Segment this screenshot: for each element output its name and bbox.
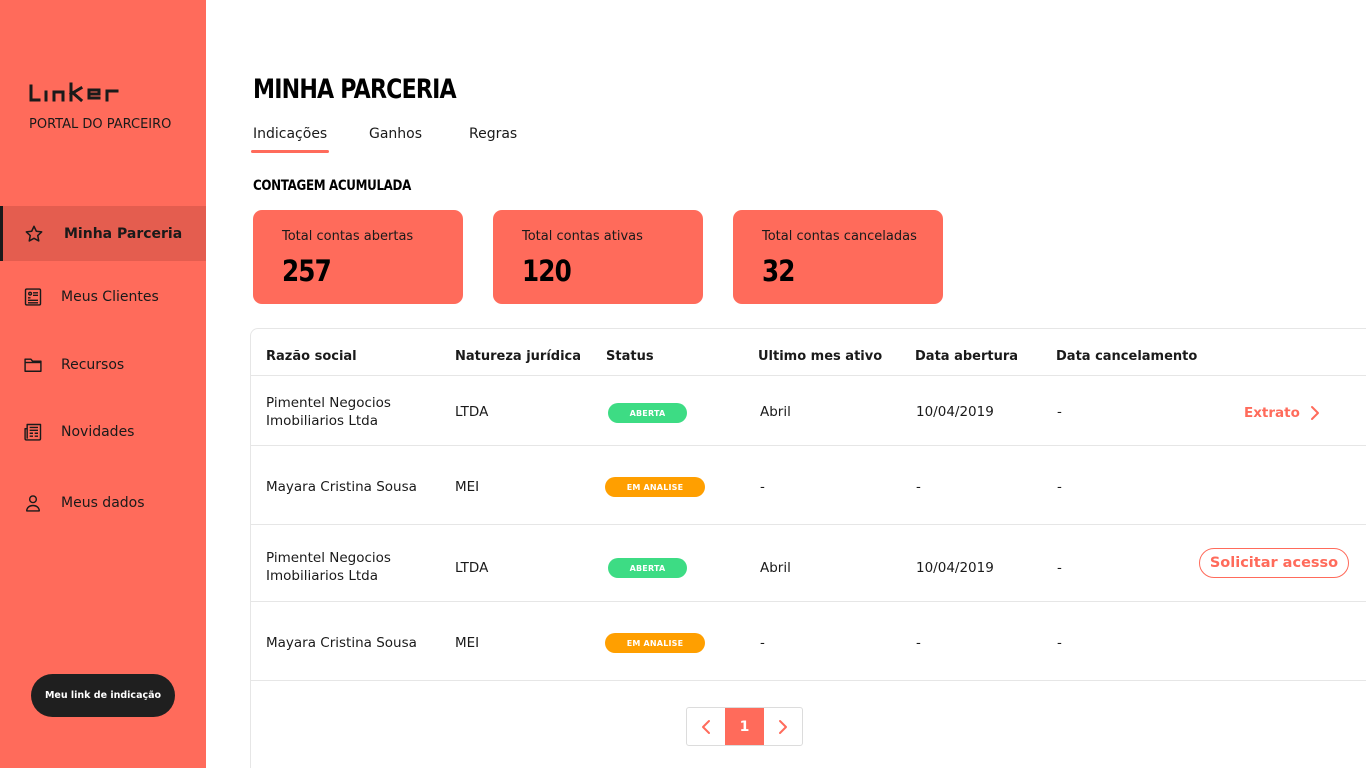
newspaper-icon [23, 422, 43, 442]
stat-label: Total contas abertas [282, 229, 414, 244]
status-badge: EM ANALISE [605, 477, 705, 497]
chevron-right-icon [1310, 406, 1319, 420]
chevron-left-icon [702, 719, 711, 734]
status-badge: ABERTA [608, 558, 687, 578]
tab-regras[interactable]: Regras [469, 126, 517, 142]
table-row[interactable]: Pimentel Negocios Imobiliarios Ltda LTDA… [251, 376, 1366, 446]
previous-page-button[interactable] [687, 708, 725, 745]
table-row[interactable]: Mayara Cristina Sousa MEI EM ANALISE - -… [251, 446, 1366, 525]
client-list-icon [23, 287, 43, 307]
status-badge: EM ANALISE [605, 633, 705, 653]
sidebar-item-label: Minha Parceria [64, 225, 183, 242]
table-row[interactable]: Mayara Cristina Sousa MEI EM ANALISE - -… [251, 602, 1366, 681]
cell-ultimo-mes: Abril [760, 560, 791, 576]
sidebar-item-label: Recursos [61, 356, 125, 373]
referrals-table: Razão social Natureza jurídica Status Ul… [250, 328, 1366, 768]
chevron-right-icon [778, 719, 787, 734]
column-header-natureza[interactable]: Natureza jurídica [455, 349, 581, 364]
star-icon [24, 224, 44, 244]
active-tab-indicator [251, 150, 329, 153]
sidebar-item-novidades[interactable]: Novidades [0, 404, 206, 459]
linker-logo-icon [29, 82, 119, 103]
cell-data-cancelamento: - [1057, 404, 1062, 420]
cell-natureza: MEI [455, 635, 480, 651]
stat-value: 257 [282, 254, 332, 288]
next-page-button[interactable] [764, 708, 802, 745]
cell-ultimo-mes: Abril [760, 404, 791, 420]
cell-data-cancelamento: - [1057, 635, 1062, 651]
page-number-button[interactable]: 1 [725, 708, 764, 745]
cell-data-abertura: 10/04/2019 [916, 404, 994, 420]
cell-ultimo-mes: - [760, 479, 765, 495]
status-badge: ABERTA [608, 403, 687, 423]
section-title: CONTAGEM ACUMULADA [253, 178, 411, 194]
cell-data-cancelamento: - [1057, 479, 1062, 495]
column-header-razao-social[interactable]: Razão social [266, 349, 357, 364]
referral-link-button[interactable]: Meu link de indicação [31, 674, 175, 717]
table-header-row: Razão social Natureza jurídica Status Ul… [251, 329, 1366, 376]
stat-label: Total contas ativas [522, 229, 643, 244]
cell-natureza: LTDA [455, 560, 489, 576]
sidebar-item-meus-dados[interactable]: Meus dados [0, 475, 206, 530]
sidebar-item-label: Novidades [61, 423, 135, 440]
tab-ganhos[interactable]: Ganhos [369, 126, 422, 142]
cell-ultimo-mes: - [760, 635, 765, 651]
page-title: MINHA PARCERIA [253, 74, 457, 105]
cell-data-abertura: - [916, 479, 921, 495]
user-icon [23, 493, 43, 513]
sidebar-item-recursos[interactable]: Recursos [0, 337, 206, 392]
cell-data-cancelamento: - [1057, 560, 1062, 576]
request-access-button[interactable]: Solicitar acesso [1199, 548, 1349, 578]
column-header-data-cancelamento[interactable]: Data cancelamento [1056, 349, 1197, 364]
stat-label: Total contas canceladas [762, 229, 917, 244]
sidebar-item-label: Meus Clientes [61, 288, 159, 305]
extrato-link[interactable]: Extrato [1244, 405, 1320, 421]
cell-razao-social: Pimentel Negocios Imobiliarios Ltda [266, 550, 391, 584]
cell-data-abertura: 10/04/2019 [916, 560, 994, 576]
table-row[interactable]: Pimentel Negocios Imobiliarios Ltda LTDA… [251, 525, 1366, 602]
sidebar: PORTAL DO PARCEIRO Minha Parceria Meus C… [0, 0, 206, 768]
portal-subtitle: PORTAL DO PARCEIRO [29, 117, 172, 132]
extrato-label: Extrato [1244, 405, 1300, 421]
cell-data-abertura: - [916, 635, 921, 651]
stat-value: 120 [522, 254, 572, 288]
cell-razao-social: Mayara Cristina Sousa [266, 479, 417, 495]
stat-card-cancelled-accounts: Total contas canceladas 32 [733, 210, 943, 304]
tab-indicacoes[interactable]: Indicações [253, 126, 327, 142]
column-header-data-abertura[interactable]: Data abertura [915, 349, 1018, 364]
column-header-status[interactable]: Status [606, 349, 654, 364]
column-header-ultimo-mes[interactable]: Ultimo mes ativo [758, 349, 882, 364]
stat-card-active-accounts: Total contas ativas 120 [493, 210, 703, 304]
pagination: 1 [686, 707, 803, 746]
cell-razao-social: Mayara Cristina Sousa [266, 635, 417, 651]
cell-natureza: LTDA [455, 404, 489, 420]
stat-card-open-accounts: Total contas abertas 257 [253, 210, 463, 304]
sidebar-item-meus-clientes[interactable]: Meus Clientes [0, 269, 206, 324]
stat-value: 32 [762, 254, 795, 288]
linker-logo[interactable] [29, 80, 139, 111]
sidebar-item-label: Meus dados [61, 494, 145, 511]
sidebar-item-minha-parceria[interactable]: Minha Parceria [0, 206, 206, 261]
folder-icon [23, 355, 43, 375]
cell-razao-social: Pimentel Negocios Imobiliarios Ltda [266, 395, 391, 429]
cell-natureza: MEI [455, 479, 480, 495]
